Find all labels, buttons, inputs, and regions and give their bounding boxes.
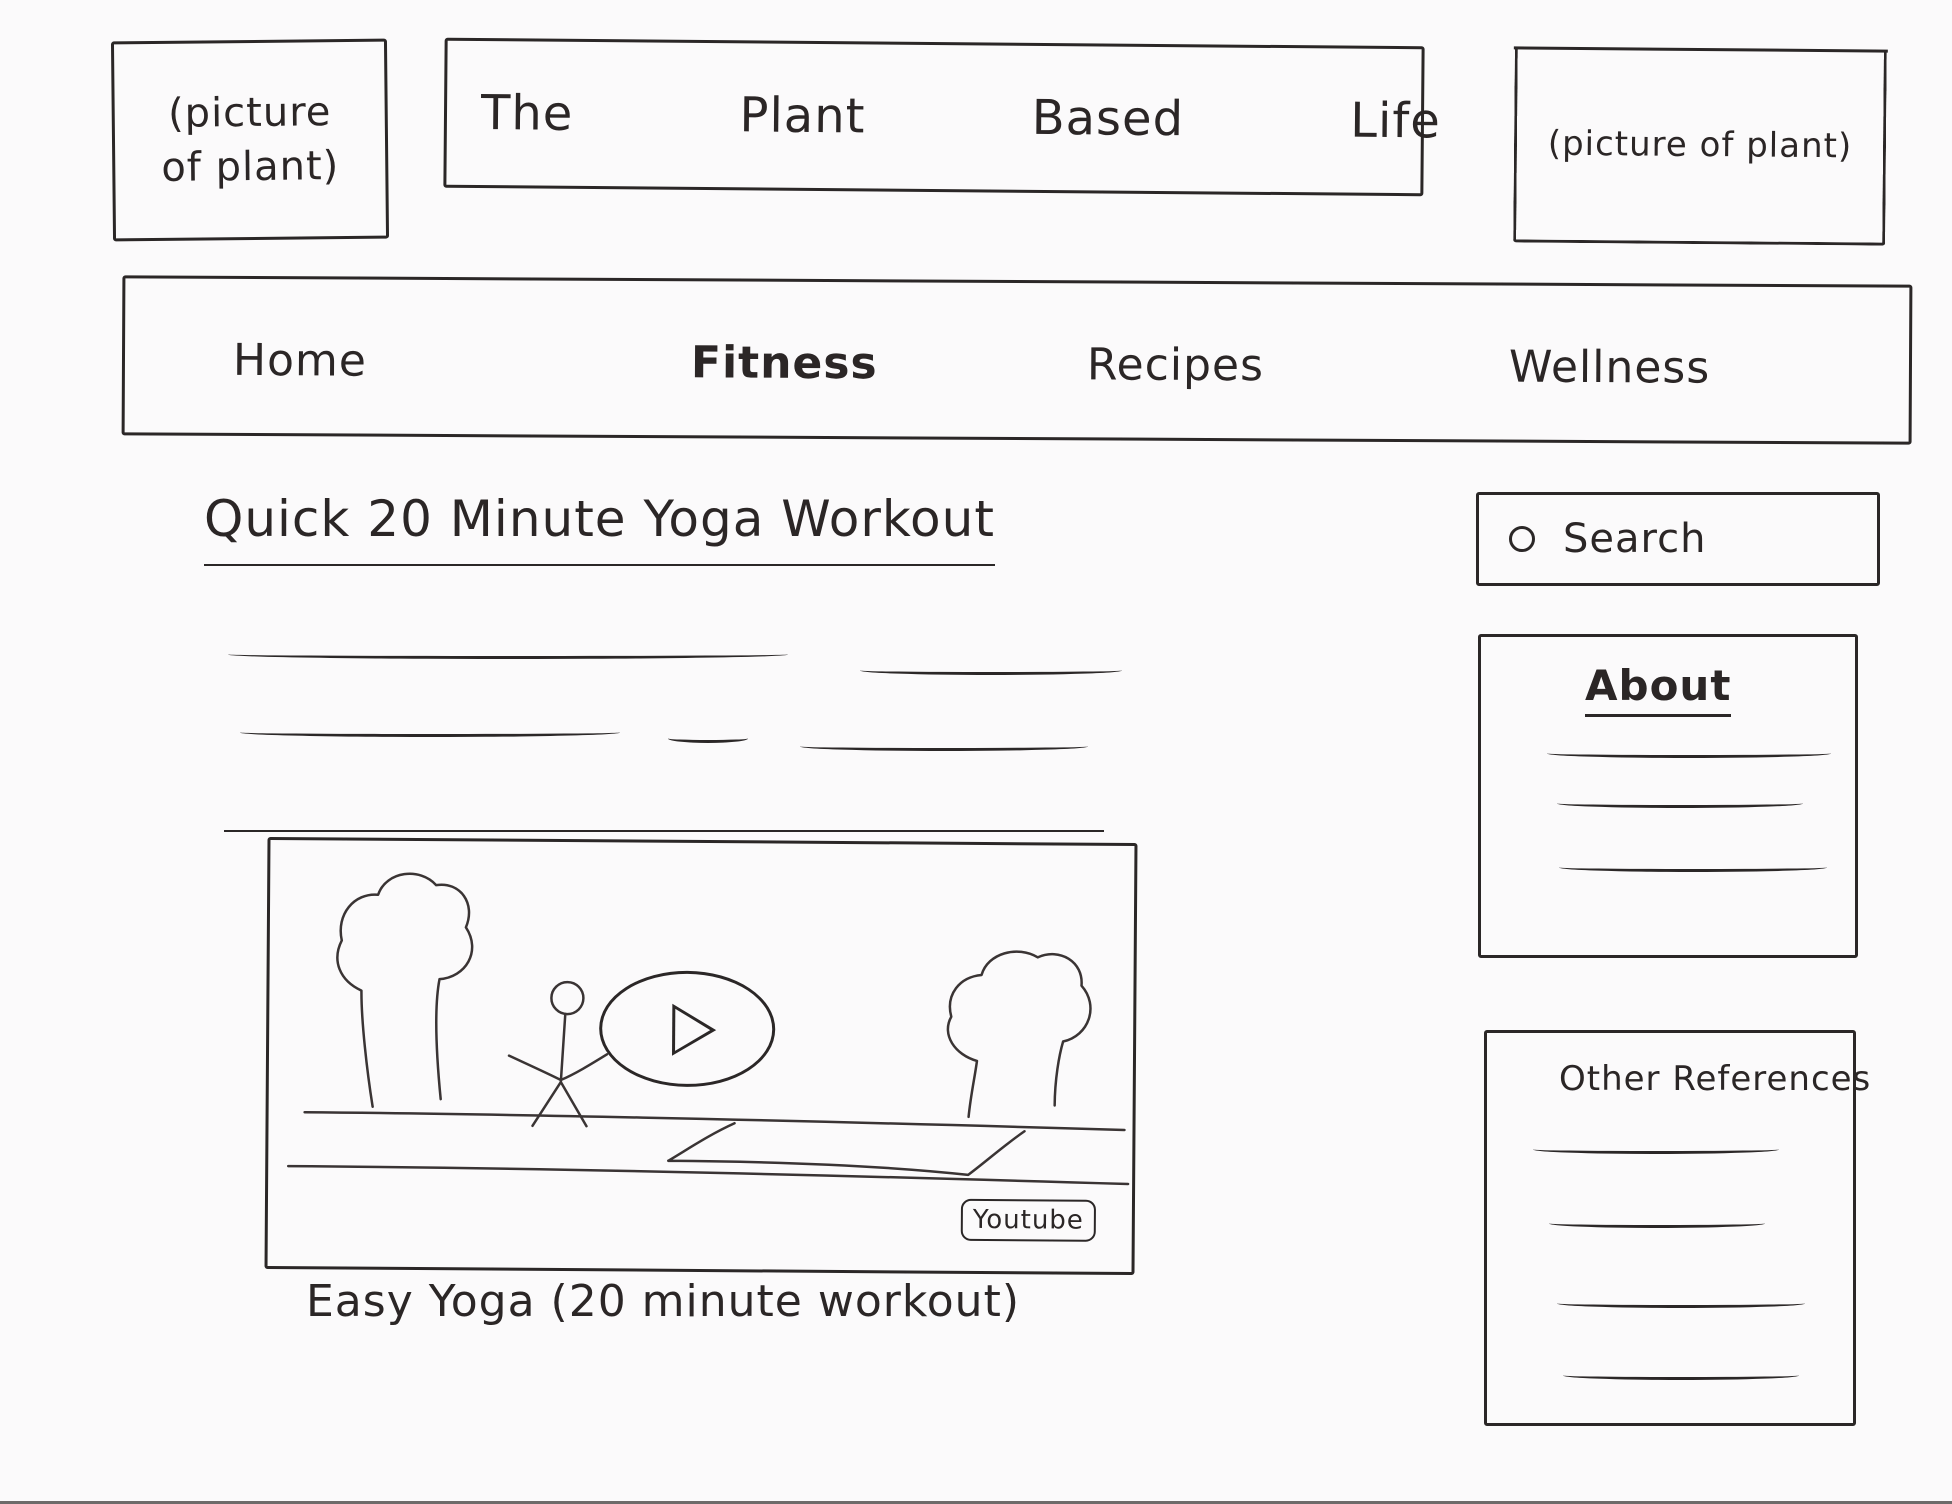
text-line	[1557, 1299, 1805, 1308]
text-line	[1549, 1219, 1765, 1228]
search-input[interactable]: Search	[1476, 492, 1880, 586]
text-line	[860, 666, 1122, 675]
other-references-widget: Other References	[1484, 1030, 1870, 1426]
text-line	[1557, 799, 1803, 808]
text-line	[1533, 1145, 1779, 1154]
play-button[interactable]	[598, 970, 776, 1088]
video-player[interactable]: Youtube	[264, 836, 1138, 1276]
article-title: Quick 20 Minute Yoga Workout	[204, 490, 995, 566]
logo-left-label: (picture of plant)	[161, 89, 340, 191]
divider-line	[224, 824, 1104, 832]
other-references-title: Other References	[1559, 1059, 1872, 1099]
text-line	[228, 650, 788, 659]
nav-item-home[interactable]: Home	[233, 335, 367, 387]
about-title: About	[1585, 661, 1732, 717]
text-line	[1547, 749, 1831, 758]
search-icon	[1509, 526, 1535, 552]
text-line	[800, 742, 1088, 751]
text-line	[1559, 863, 1827, 872]
text-line	[1563, 1371, 1799, 1380]
main-nav: Home Fitness Recipes Wellness	[121, 275, 1913, 445]
logo-right-placeholder: (picture of plant)	[1513, 46, 1888, 246]
video-caption: Easy Yoga (20 minute workout)	[306, 1276, 1020, 1327]
yoga-mat	[667, 1121, 1026, 1177]
nav-item-recipes[interactable]: Recipes	[1087, 339, 1264, 391]
play-icon	[672, 1003, 717, 1057]
about-widget: About	[1478, 634, 1858, 958]
search-placeholder: Search	[1563, 516, 1707, 562]
page: { "header": { "logo_left_text": "(pictur…	[0, 0, 1952, 1504]
site-title[interactable]: The Plant Based Life	[443, 37, 1441, 197]
ground-line	[303, 1110, 1126, 1132]
tree-right	[946, 950, 1092, 1119]
nav-item-wellness[interactable]: Wellness	[1509, 342, 1711, 394]
stick-figure-head	[550, 980, 585, 1016]
logo-right-top-border	[1513, 46, 1888, 53]
ground-line-lower	[286, 1164, 1130, 1186]
logo-right-label: (picture of plant)	[1547, 123, 1853, 166]
youtube-badge[interactable]: Youtube	[960, 1198, 1097, 1242]
text-line	[240, 728, 620, 737]
logo-left-placeholder: (picture of plant)	[110, 38, 390, 242]
nav-item-fitness[interactable]: Fitness	[691, 337, 878, 389]
stick-figure-body	[507, 1012, 609, 1128]
tree-left	[336, 872, 474, 1108]
text-line	[668, 734, 748, 743]
site-title-text: The Plant Based Life	[480, 85, 1442, 150]
